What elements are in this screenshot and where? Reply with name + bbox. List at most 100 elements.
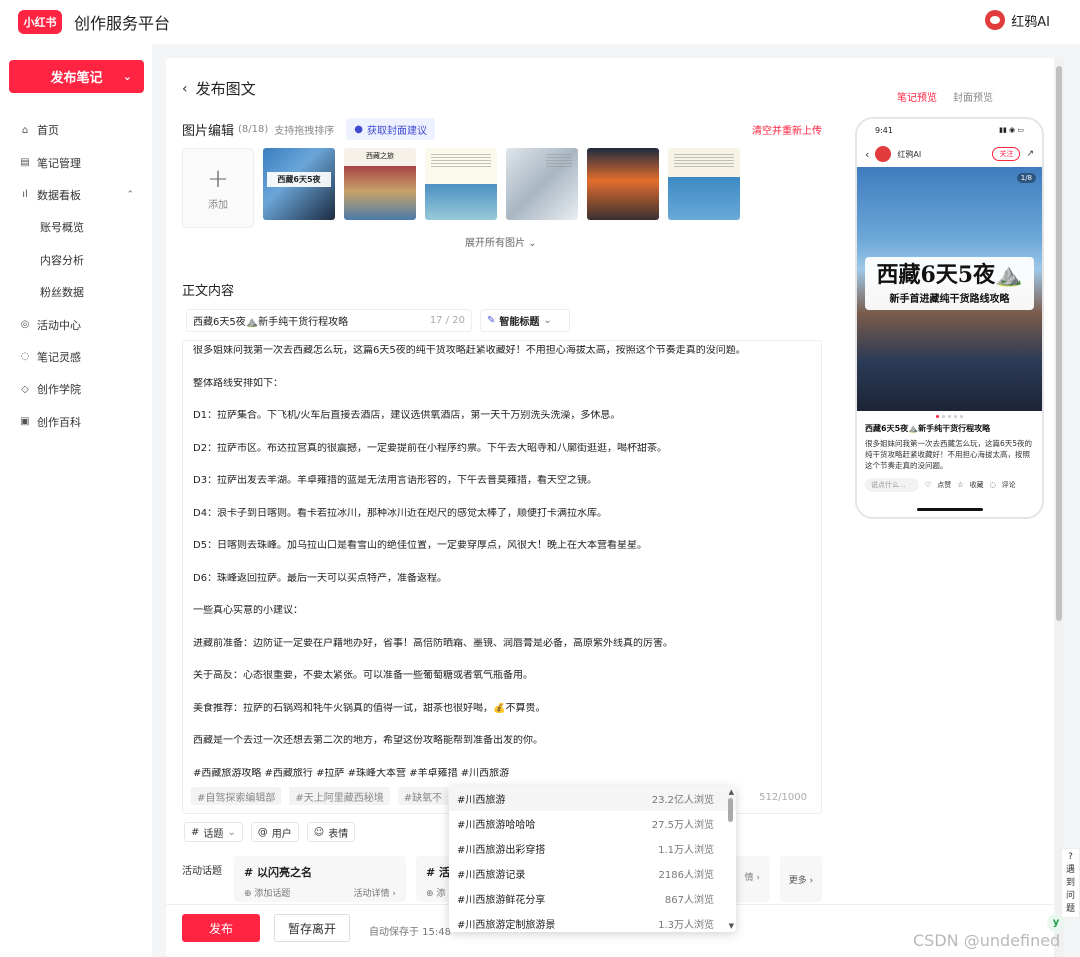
topic-suggestion-item[interactable]: #川西旅游记录 2186人浏览 xyxy=(449,861,736,886)
suggested-tag-chip[interactable]: #自驾探索编辑部 xyxy=(191,787,282,805)
sidebar-item-label: 首页 xyxy=(37,124,59,138)
home-icon: ⌂ xyxy=(21,124,29,136)
publish-button[interactable]: 发布 xyxy=(182,914,260,942)
add-topic-link[interactable]: ⊕ 添 xyxy=(426,886,445,899)
dropdown-scrollbar-thumb[interactable] xyxy=(728,798,733,822)
add-topic-link[interactable]: ⊕ 添加话题 xyxy=(244,886,290,899)
chevron-down-icon: ⌄ xyxy=(528,238,537,249)
topic-suggestion-item[interactable]: #川西旅游 23.2亿人浏览 xyxy=(449,786,736,811)
thumbnail-cover-caption: 西藏6天5夜 xyxy=(267,172,331,187)
location-pin-icon: ● xyxy=(354,123,364,135)
comment-placeholder: 说点什么... xyxy=(865,478,919,492)
topic-suggestion-dropdown: #川西旅游 23.2亿人浏览 #川西旅游哈哈哈 27.5万人浏览 #川西旅游出彩… xyxy=(449,786,736,932)
emoji-label: 表情 xyxy=(328,828,349,840)
tab-note-preview[interactable]: 笔记预览 xyxy=(897,89,937,104)
suggested-tags: #自驾探索编辑部 #天上阿里藏西秘境 #缺氧不 xyxy=(191,787,449,805)
user-avatar[interactable] xyxy=(985,10,1006,30)
suggested-tag-chip[interactable]: #天上阿里藏西秘境 xyxy=(289,787,390,805)
editor-toolbar: # 话题 ⌄ @ 用户 ☺ 表情 xyxy=(184,822,356,842)
sidebar-item-fan-data[interactable]: 粉丝数据 xyxy=(0,276,152,308)
page-scrollbar[interactable] xyxy=(1054,58,1064,957)
emoji-button[interactable]: ☺ 表情 xyxy=(306,822,356,842)
topic-suggestion-item[interactable]: #川西旅游定制旅游景 1.3万人浏览 xyxy=(449,911,736,932)
platform-title: 创作服务平台 xyxy=(74,14,171,33)
topic-button[interactable]: # 话题 ⌄ xyxy=(184,822,243,842)
academy-icon: ◇ xyxy=(21,383,29,395)
topic-suggestion-item[interactable]: #川西旅游哈哈哈 27.5万人浏览 xyxy=(449,811,736,836)
body-paragraph: D2：拉萨市区。布达拉宫真的很震撼，一定要提前在小程序约票。下午去大昭寺和八廓街… xyxy=(193,442,668,454)
sidebar-item-academy[interactable]: ◇ 创作学院 xyxy=(0,373,152,405)
page-indicator: 1/8 xyxy=(1016,173,1036,183)
smart-title-button[interactable]: ✎ 智能标题 ⌄ xyxy=(480,309,570,332)
sidebar-item-note-manage[interactable]: ▤ 笔记管理 xyxy=(0,146,152,178)
autosave-status: 自动保存于 15:48 xyxy=(369,927,451,938)
image-thumbnail[interactable] xyxy=(506,148,578,220)
title-input-value: 西藏6天5夜⛰️新手纯干货行程攻略 xyxy=(193,317,349,328)
sidebar-item-home[interactable]: ⌂ 首页 xyxy=(0,114,152,146)
activity-topic-card[interactable]: # 以闪亮之名 ⊕ 添加话题 活动详情 › xyxy=(234,856,406,902)
scroll-down-arrow-icon[interactable]: ▼ xyxy=(729,922,734,930)
preview-note-title: 西藏6天5夜⛰️新手纯干货行程攻略 xyxy=(865,424,991,433)
title-input[interactable]: 西藏6天5夜⛰️新手纯干货行程攻略 17 / 20 xyxy=(186,309,472,332)
preview-cover-image: 1/8 西藏6天5夜⛰️ 新手首进藏纯干货路线攻略 xyxy=(857,167,1042,411)
publish-note-button[interactable]: 发布笔记 ⌄ xyxy=(9,60,144,93)
tab-cover-preview[interactable]: 封面预览 xyxy=(953,89,993,104)
chevron-up-icon[interactable]: ⌃ xyxy=(126,190,134,200)
image-thumbnail[interactable]: 西藏6天5夜 xyxy=(263,148,335,220)
cover-suggest-button[interactable]: ● 获取封面建议 xyxy=(346,118,436,140)
expand-all-images-link[interactable]: 展开所有图片 ⌄ xyxy=(465,234,537,249)
activity-detail-link[interactable]: 情 › xyxy=(745,870,760,883)
phone-time: 9:41 xyxy=(875,125,893,135)
activity-topic-name: # 以闪亮之名 xyxy=(244,866,313,879)
image-thumbnail[interactable]: 西藏之旅 xyxy=(344,148,416,220)
help-icon: ? xyxy=(1068,852,1073,862)
back-arrow-icon[interactable]: ‹ xyxy=(182,81,188,97)
image-thumbnail[interactable] xyxy=(668,148,740,220)
preview-note-body: 很多姐妹问我第一次去西藏怎么玩，这篇6天5夜的纯干货攻略赶紧收藏好！不用担心海拔… xyxy=(865,439,1033,470)
user-menu[interactable]: 红鸦AI xyxy=(985,10,1050,30)
mention-user-button[interactable]: @ 用户 xyxy=(250,822,299,842)
sidebar-item-activity-center[interactable]: ◎ 活动中心 xyxy=(0,308,152,340)
assistant-logo-icon[interactable]: y xyxy=(1047,914,1065,932)
user-name[interactable]: 红鸦AI xyxy=(1011,11,1050,30)
scroll-up-arrow-icon[interactable]: ▲ xyxy=(729,788,734,796)
star-icon: ☆ xyxy=(957,481,964,489)
body-paragraph: 进藏前准备：边防证一定要在户籍地办好，省事！高倍防晒霜、墨镜、润唇膏是必备，高原… xyxy=(193,637,673,649)
xiaohongshu-logo[interactable]: 小红书 xyxy=(18,10,62,34)
activity-detail-link[interactable]: 活动详情 › xyxy=(354,886,396,899)
sidebar-item-label: 创作学院 xyxy=(37,383,81,397)
clear-reupload-link[interactable]: 清空并重新上传 xyxy=(752,122,822,137)
add-image-button[interactable]: + 添加 xyxy=(182,148,254,228)
preview-note-header: ‹ 红鸦AI 关注 ↗ xyxy=(857,141,1042,167)
sidebar-item-wiki[interactable]: ▣ 创作百科 xyxy=(0,406,152,438)
back-row[interactable]: ‹ 发布图文 xyxy=(182,78,256,99)
sidebar-item-content-analysis[interactable]: 内容分析 xyxy=(0,244,152,276)
top-header: 小红书 创作服务平台 红鸦AI xyxy=(0,0,1080,44)
scrollbar-thumb[interactable] xyxy=(1056,66,1062,621)
topic-suggestion-item[interactable]: #川西旅游鲜花分享 867人浏览 xyxy=(449,886,736,911)
help-float-button[interactable]: ? 遇到问题 xyxy=(1061,848,1080,918)
sidebar-nav: ⌂ 首页 ▤ 笔记管理 ıl 数据看板 ⌃ 账号概览 内容分析 粉丝数据 ◎ 活… xyxy=(0,114,152,438)
body-paragraph: 美食推荐：拉萨的石锅鸡和牦牛火锅真的值得一试，甜茶也很好喝，💰不算贵。 xyxy=(193,702,546,714)
publish-note-label: 发布笔记 xyxy=(50,71,103,86)
topic-views: 2186人浏览 xyxy=(658,870,714,881)
sidebar-item-note-inspiration[interactable]: ◌ 笔记灵感 xyxy=(0,341,152,373)
author-avatar xyxy=(875,146,892,162)
wiki-icon: ▣ xyxy=(20,416,30,428)
topic-views: 23.2亿人浏览 xyxy=(651,795,714,806)
add-image-label: 添加 xyxy=(208,199,228,211)
more-topics-button[interactable]: 更多 › xyxy=(780,856,822,902)
suggested-tag-chip[interactable]: #缺氧不 xyxy=(397,787,449,805)
chevron-down-icon[interactable]: ⌄ xyxy=(123,70,132,83)
image-thumbnail[interactable] xyxy=(587,148,659,220)
image-count: (8/18) xyxy=(238,123,269,135)
sidebar-item-label: 笔记管理 xyxy=(37,156,81,170)
sidebar-item-account-overview[interactable]: 账号概览 xyxy=(0,211,152,243)
save-draft-button[interactable]: 暂存离开 xyxy=(274,914,350,942)
image-thumbnail[interactable] xyxy=(425,148,497,220)
chevron-down-icon[interactable]: ⌄ xyxy=(227,827,235,838)
body-textarea[interactable]: 很多姐妹问我第一次去西藏怎么玩，这篇6天5夜的纯干货攻略赶紧收藏好！不用担心海拔… xyxy=(182,340,822,814)
sidebar-item-dashboard[interactable]: ıl 数据看板 ⌃ xyxy=(0,179,152,211)
body-paragraph: 关于高反：心态很重要，不要太紧张。可以准备一些葡萄糖或者氧气瓶备用。 xyxy=(193,670,533,681)
topic-suggestion-item[interactable]: #川西旅游出彩穿搭 1.1万人浏览 xyxy=(449,836,736,861)
